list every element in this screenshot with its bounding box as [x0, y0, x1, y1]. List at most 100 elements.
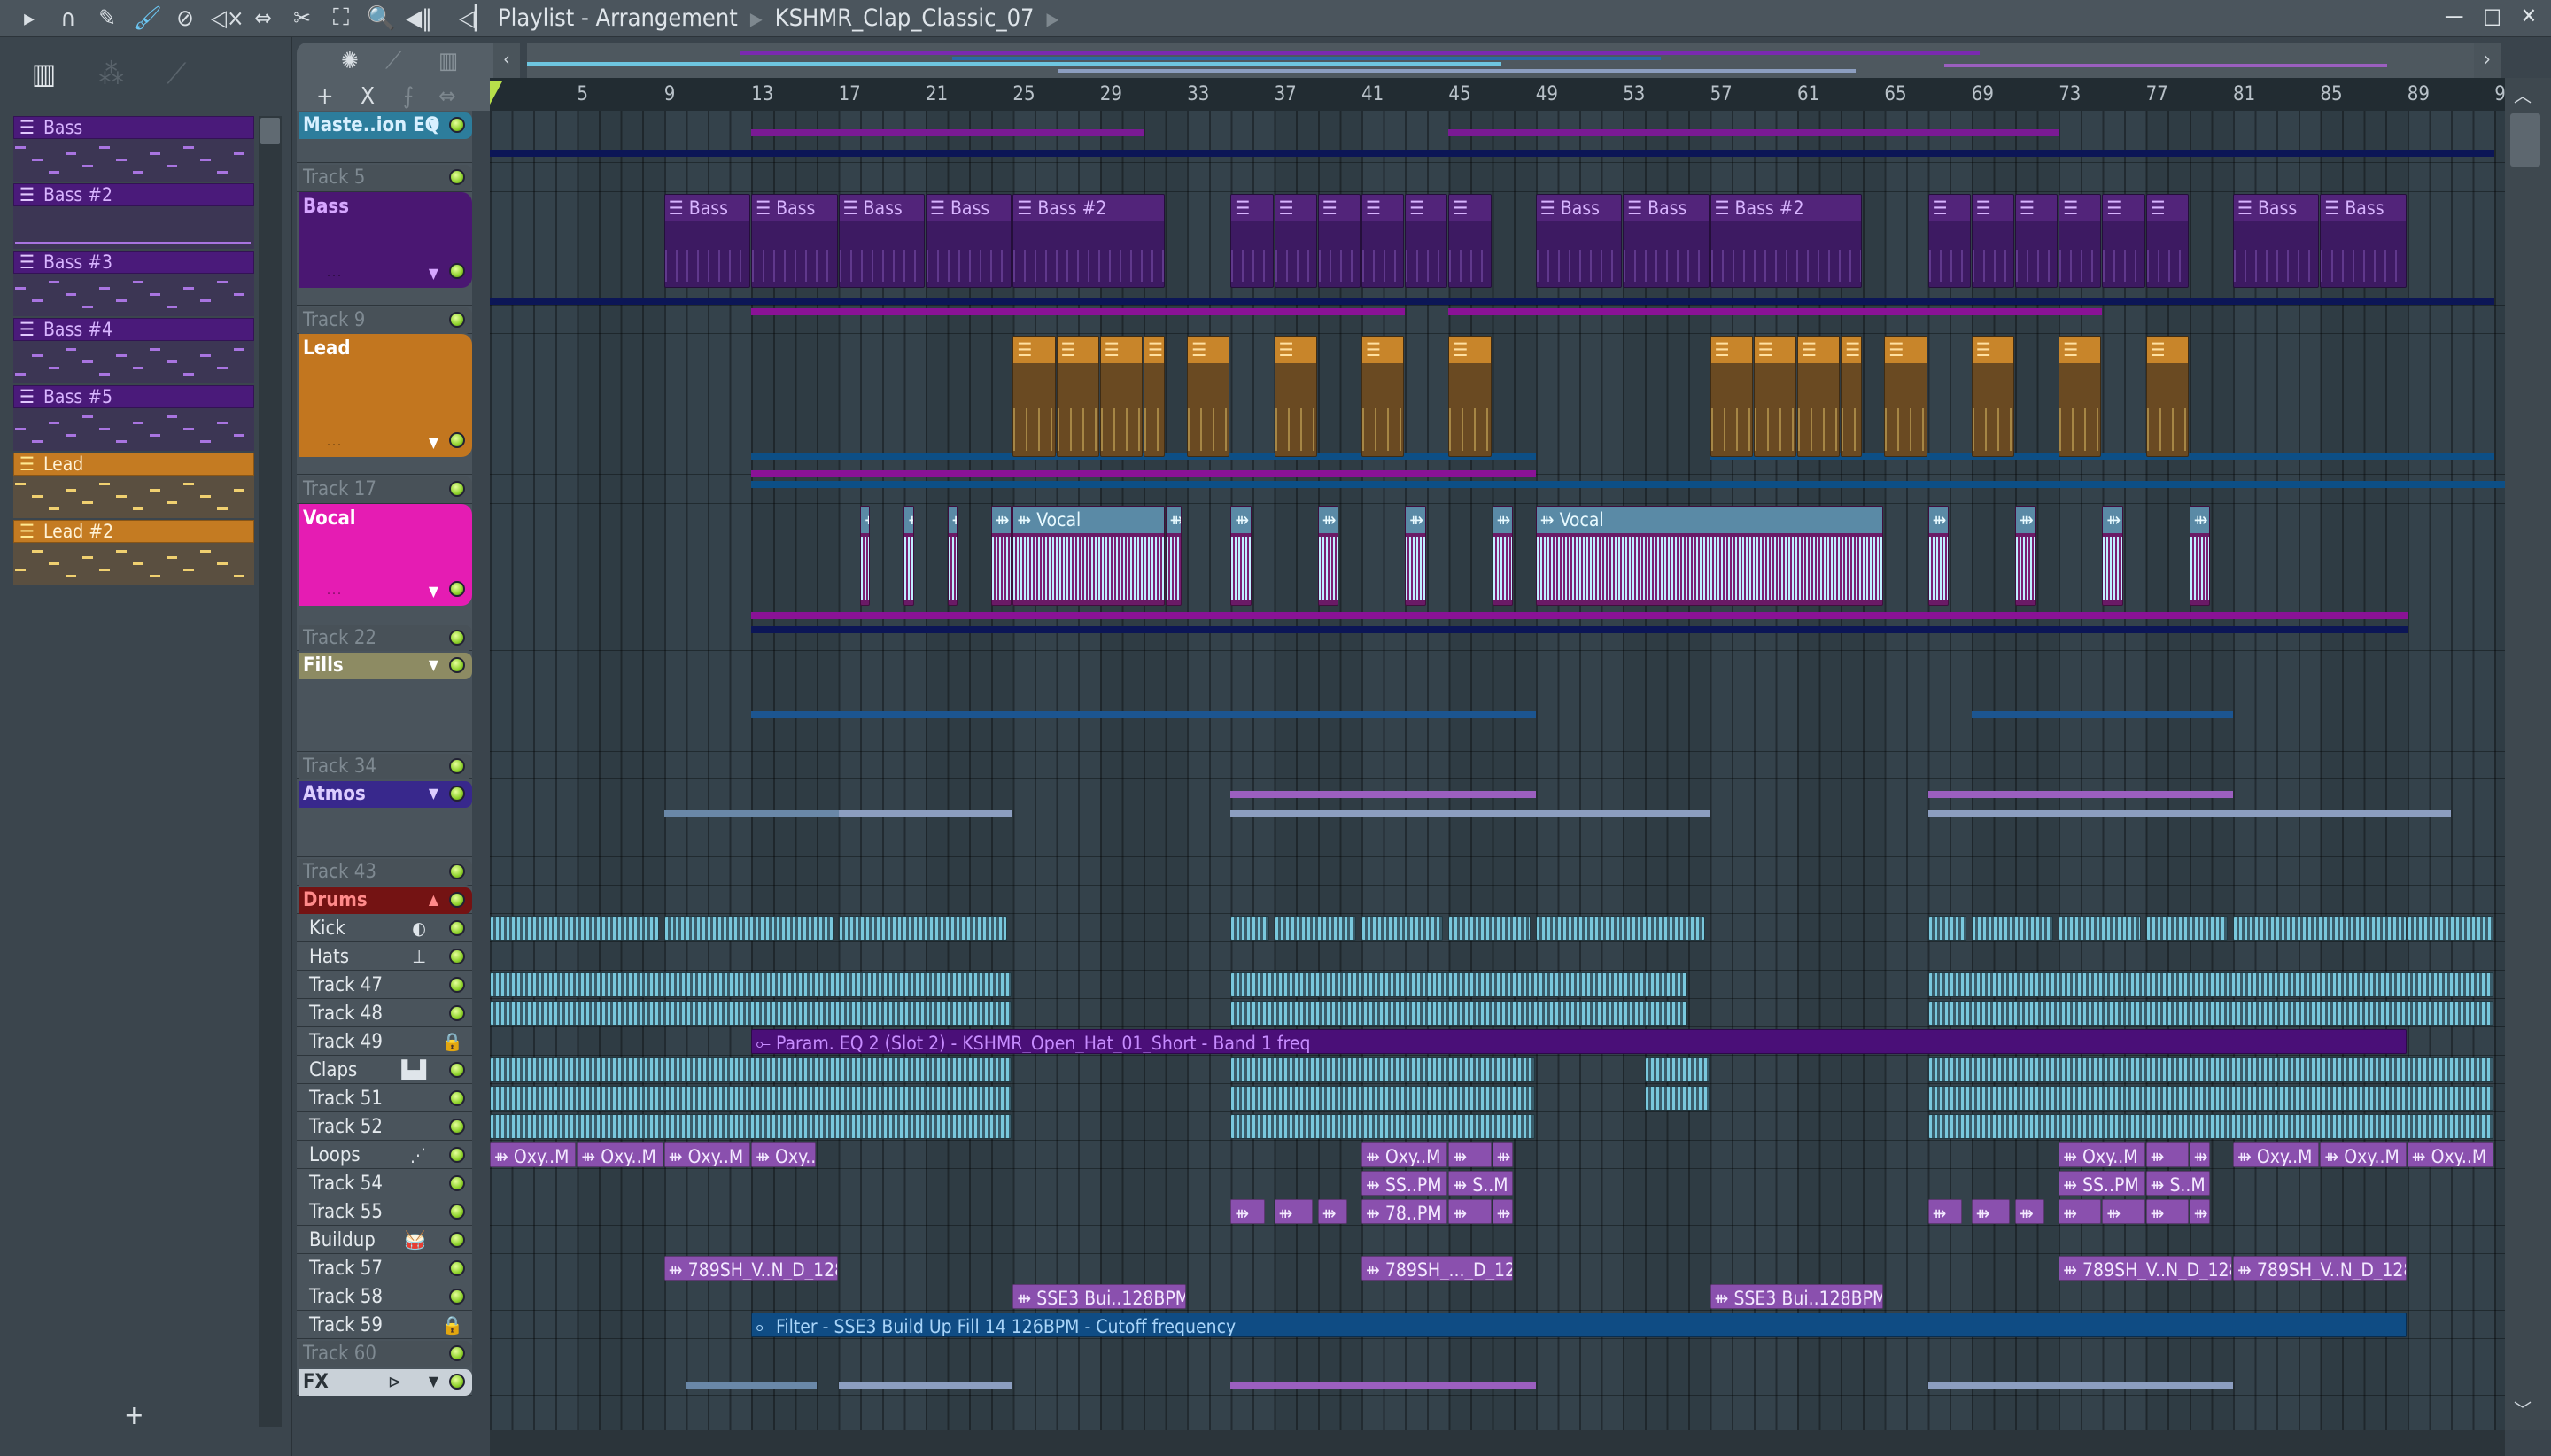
audio-clip[interactable]: ⇻ SSE3 Bui..128BPM — [1710, 1284, 1884, 1309]
bass-clip[interactable]: ☰ — [1274, 194, 1317, 288]
track-header-vocal[interactable]: ... Vocal ▼ — [297, 504, 472, 623]
playhead-marker[interactable] — [490, 81, 502, 105]
drum-pattern-clip[interactable] — [490, 1057, 1012, 1082]
track-options-icon[interactable]: ... — [327, 435, 343, 449]
track-enable-led[interactable] — [449, 1232, 465, 1248]
drum-pattern-clip[interactable] — [1927, 972, 2494, 997]
piano-roll-icon[interactable]: ▥ — [32, 57, 56, 90]
track-enable-led[interactable] — [449, 1345, 465, 1361]
drum-pattern-clip[interactable] — [1230, 1114, 1535, 1139]
picker-pattern-header[interactable]: ☰ Bass — [13, 116, 254, 139]
track-header-lead[interactable]: ... Lead ▼ — [297, 334, 472, 475]
track-name[interactable]: Track 58 — [306, 1284, 472, 1311]
picker-pattern-header[interactable]: ☰ Bass #2 — [13, 183, 254, 206]
track-header-track-5[interactable]: Track 5 — [297, 163, 472, 192]
track-enable-led[interactable] — [449, 432, 465, 448]
drum-pattern-clip[interactable] — [1927, 1057, 2494, 1082]
track-header-track-17[interactable]: Track 17 — [297, 475, 472, 504]
play-arrow-icon[interactable]: ▸ — [16, 5, 43, 32]
track-enable-led[interactable] — [449, 758, 465, 774]
bass-clip[interactable]: ☰ — [1317, 194, 1361, 288]
track-enable-led[interactable] — [449, 263, 465, 279]
bass-clip[interactable]: ☰ Bass #2 — [1710, 194, 1862, 288]
lead-clip[interactable]: ☰ — [1448, 336, 1492, 457]
scroll-down-icon[interactable]: ﹀ — [2505, 1396, 2540, 1421]
drum-pattern-clip[interactable] — [490, 1001, 1012, 1026]
lead-clip[interactable]: ☰ — [1099, 336, 1143, 457]
track-enable-led[interactable] — [449, 312, 465, 328]
track-header-track-54[interactable]: Track 54 — [297, 1169, 472, 1197]
track-name[interactable]: Vocal — [299, 506, 472, 532]
audio-clip[interactable]: ⇻ 789SH_V..N_D_128 — [663, 1256, 838, 1281]
track-enable-led[interactable] — [449, 169, 465, 185]
bass-clip[interactable]: ☰ Bass #2 — [1012, 194, 1165, 288]
lead-clip[interactable]: ☰ — [1274, 336, 1317, 457]
picker-pattern-item[interactable]: ☰ Lead #2 — [13, 520, 254, 587]
drum-pattern-clip[interactable] — [663, 916, 834, 941]
audio-clip[interactable]: ⇻ SSE3 Bui..128BPM — [1012, 1284, 1187, 1309]
vocal-clip[interactable]: ⇻ Vocal — [1012, 506, 1165, 606]
audio-clip[interactable]: ⇻ — [1448, 1199, 1492, 1224]
track-enable-led[interactable] — [449, 949, 465, 964]
slice-tool-icon[interactable]: ✂ — [289, 5, 315, 32]
bass-clip[interactable]: ☰ Bass — [663, 194, 751, 288]
playlist-track-row[interactable] — [490, 1339, 2505, 1367]
bass-clip[interactable]: ☰ — [2145, 194, 2189, 288]
bass-clip[interactable]: ☰ Bass — [1535, 194, 1623, 288]
lead-clip[interactable]: ☰ — [1361, 336, 1405, 457]
track-enable-led[interactable] — [449, 117, 465, 133]
magnet-snap-icon[interactable]: ∩ — [55, 5, 81, 32]
bass-clip[interactable]: ☰ — [1971, 194, 2014, 288]
track-name[interactable]: Track 60 — [299, 1341, 472, 1367]
track-header-track-34[interactable]: Track 34 — [297, 752, 472, 780]
drum-pattern-clip[interactable] — [2145, 916, 2229, 941]
lead-clip[interactable]: ☰ — [2145, 336, 2189, 457]
drum-pattern-clip[interactable] — [1644, 1057, 1710, 1082]
automation-clip-icon[interactable]: ⟋ — [385, 48, 401, 75]
track-header-track-47[interactable]: Track 47 — [297, 971, 472, 999]
drum-pattern-clip[interactable] — [1230, 1086, 1535, 1111]
vocal-clip[interactable]: ⇻ — [947, 506, 958, 606]
picker-pattern-header[interactable]: ☰ Lead #2 — [13, 520, 254, 543]
lead-clip[interactable]: ☰ — [1187, 336, 1230, 457]
track-name[interactable]: Bass — [299, 194, 472, 221]
drum-pattern-clip[interactable] — [1230, 916, 1269, 941]
track-name[interactable]: Track 9 — [299, 307, 472, 334]
drum-pattern-clip[interactable] — [490, 972, 1012, 997]
lead-clip[interactable]: ☰ — [1710, 336, 1753, 457]
audio-clip[interactable]: ⇻ — [2145, 1142, 2189, 1167]
song-overview[interactable] — [527, 43, 2485, 78]
bass-clip[interactable]: ☰ — [1230, 194, 1274, 288]
track-enable-led[interactable] — [449, 481, 465, 497]
drum-pattern-clip[interactable] — [1927, 1086, 2494, 1111]
track-name[interactable]: Track 57 — [306, 1256, 472, 1282]
audio-clip[interactable]: ⇻ — [1274, 1199, 1313, 1224]
track-enable-led[interactable] — [449, 1005, 465, 1021]
track-enable-led[interactable] — [449, 1090, 465, 1106]
collapse-arrow-icon[interactable]: ▲ — [429, 891, 438, 908]
audio-wave-icon[interactable]: ⁂ — [98, 57, 124, 90]
track-enable-led[interactable] — [449, 864, 465, 879]
audio-clip[interactable]: ⇻ — [2102, 1199, 2145, 1224]
maximize-button[interactable]: □ — [2484, 4, 2501, 28]
vocal-clip[interactable]: ⇻ — [1405, 506, 1426, 606]
automation-clip[interactable]: ⟜ Filter - SSE3 Build Up Fill 14 126BPM … — [751, 1313, 2407, 1337]
bass-clip[interactable]: ☰ Bass — [838, 194, 925, 288]
automation-clip[interactable]: ⟜ Param. EQ 2 (Slot 2) - KSHMR_Open_Hat_… — [751, 1029, 2407, 1054]
scroll-up-icon[interactable]: ︿ — [2505, 81, 2540, 107]
track-enable-led[interactable] — [449, 1374, 465, 1390]
playlist-track-row[interactable] — [490, 163, 2505, 192]
track-name[interactable]: Fills — [299, 653, 472, 679]
track-name[interactable]: Track 17 — [299, 476, 472, 503]
drum-pattern-clip[interactable] — [1644, 1086, 1710, 1111]
track-header-maste-ion-eq[interactable]: Maste..ion EQ ▼ — [297, 111, 472, 163]
track-enable-led[interactable] — [449, 581, 465, 597]
vocal-clip[interactable]: ⇻ Vocal — [1535, 506, 1884, 606]
track-name[interactable]: Drums — [299, 887, 472, 914]
add-track-button[interactable]: + — [316, 83, 334, 110]
vertical-scrollbar[interactable]: ︿ ﹀ — [2505, 78, 2551, 1430]
lead-clip[interactable]: ☰ — [1797, 336, 1841, 457]
track-name[interactable]: Track 54 — [306, 1171, 472, 1197]
vocal-clip[interactable]: ⇻ — [1317, 506, 1339, 606]
scroll-left-button[interactable]: ‹ — [493, 43, 520, 78]
